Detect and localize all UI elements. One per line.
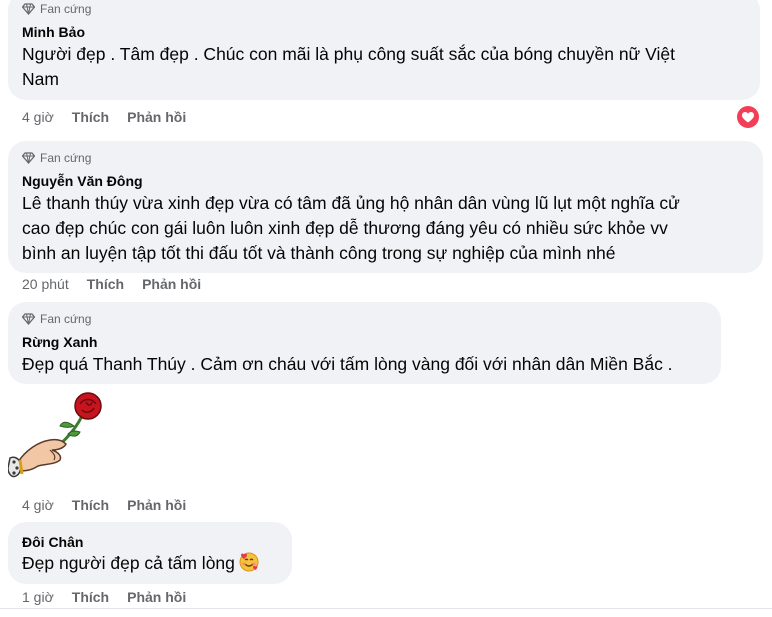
reply-button[interactable]: Phản hồi bbox=[127, 497, 186, 513]
comment-actions: 4 giờ Thích Phản hồi bbox=[22, 497, 186, 513]
comment-bubble: Fan cứng Rừng Xanh Đẹp quá Thanh Thúy . … bbox=[8, 302, 721, 384]
comment-timestamp[interactable]: 20 phút bbox=[22, 276, 69, 292]
comment-text-line: cao đẹp chúc con gái luôn luôn xinh đẹp … bbox=[22, 218, 668, 238]
comment-bubble: Fan cứng Nguyễn Văn Đông Lê thanh thúy v… bbox=[8, 141, 763, 273]
comment-timestamp[interactable]: 4 giờ bbox=[22, 109, 54, 125]
like-button[interactable]: Thích bbox=[72, 589, 109, 605]
like-button[interactable]: Thích bbox=[72, 109, 109, 125]
comment-author[interactable]: Minh Bảo bbox=[22, 24, 85, 40]
badge-label: Fan cứng bbox=[40, 312, 92, 326]
comment-text-line: Đẹp người đẹp cả tấm lòng bbox=[22, 553, 235, 573]
diamond-icon bbox=[22, 152, 35, 164]
reply-button[interactable]: Phản hồi bbox=[142, 276, 201, 292]
comment-author[interactable]: Rừng Xanh bbox=[22, 334, 97, 350]
comment-author[interactable]: Đôi Chân bbox=[22, 534, 83, 550]
comment-text-line: Người đẹp . Tâm đẹp . Chúc con mãi là ph… bbox=[22, 44, 675, 64]
comment-actions: 20 phút Thích Phản hồi bbox=[22, 276, 201, 292]
fan-badge: Fan cứng bbox=[22, 151, 91, 165]
smiling-face-with-hearts-icon bbox=[239, 552, 259, 579]
comment-bubble: Fan cứng Minh Bảo Người đẹp . Tâm đẹp . … bbox=[8, 0, 760, 100]
comment-actions: 1 giờ Thích Phản hồi bbox=[22, 589, 186, 605]
divider bbox=[0, 608, 772, 609]
badge-label: Fan cứng bbox=[40, 151, 92, 165]
diamond-icon bbox=[22, 3, 35, 15]
comment-actions: 4 giờ Thích Phản hồi bbox=[22, 109, 186, 125]
badge-label: Fan cứng bbox=[40, 2, 92, 16]
fan-badge: Fan cứng bbox=[22, 2, 91, 16]
like-button[interactable]: Thích bbox=[87, 276, 124, 292]
rose-in-hand-sticker[interactable] bbox=[7, 390, 104, 486]
comment-text: Đẹp người đẹp cả tấm lòng bbox=[22, 551, 259, 579]
fan-badge: Fan cứng bbox=[22, 312, 91, 326]
comment-timestamp[interactable]: 1 giờ bbox=[22, 589, 54, 605]
like-button[interactable]: Thích bbox=[72, 497, 109, 513]
comment-text-line: Lê thanh thúy vừa xinh đẹp vừa có tâm đã… bbox=[22, 193, 680, 213]
comment-text-line: Nam bbox=[22, 69, 59, 89]
reply-button[interactable]: Phản hồi bbox=[127, 589, 186, 605]
comment-bubble: Đôi Chân Đẹp người đẹp cả tấm lòng bbox=[8, 522, 292, 584]
comment-timestamp[interactable]: 4 giờ bbox=[22, 497, 54, 513]
diamond-icon bbox=[22, 313, 35, 325]
comment-text-line: bình an luyện tập tốt thi đấu tốt và thà… bbox=[22, 243, 616, 263]
comment-text-line: Đẹp quá Thanh Thúy . Cảm ơn cháu với tấm… bbox=[22, 354, 673, 374]
reply-button[interactable]: Phản hồi bbox=[127, 109, 186, 125]
heart-reaction-icon[interactable] bbox=[737, 106, 759, 128]
comment-author[interactable]: Nguyễn Văn Đông bbox=[22, 173, 143, 189]
